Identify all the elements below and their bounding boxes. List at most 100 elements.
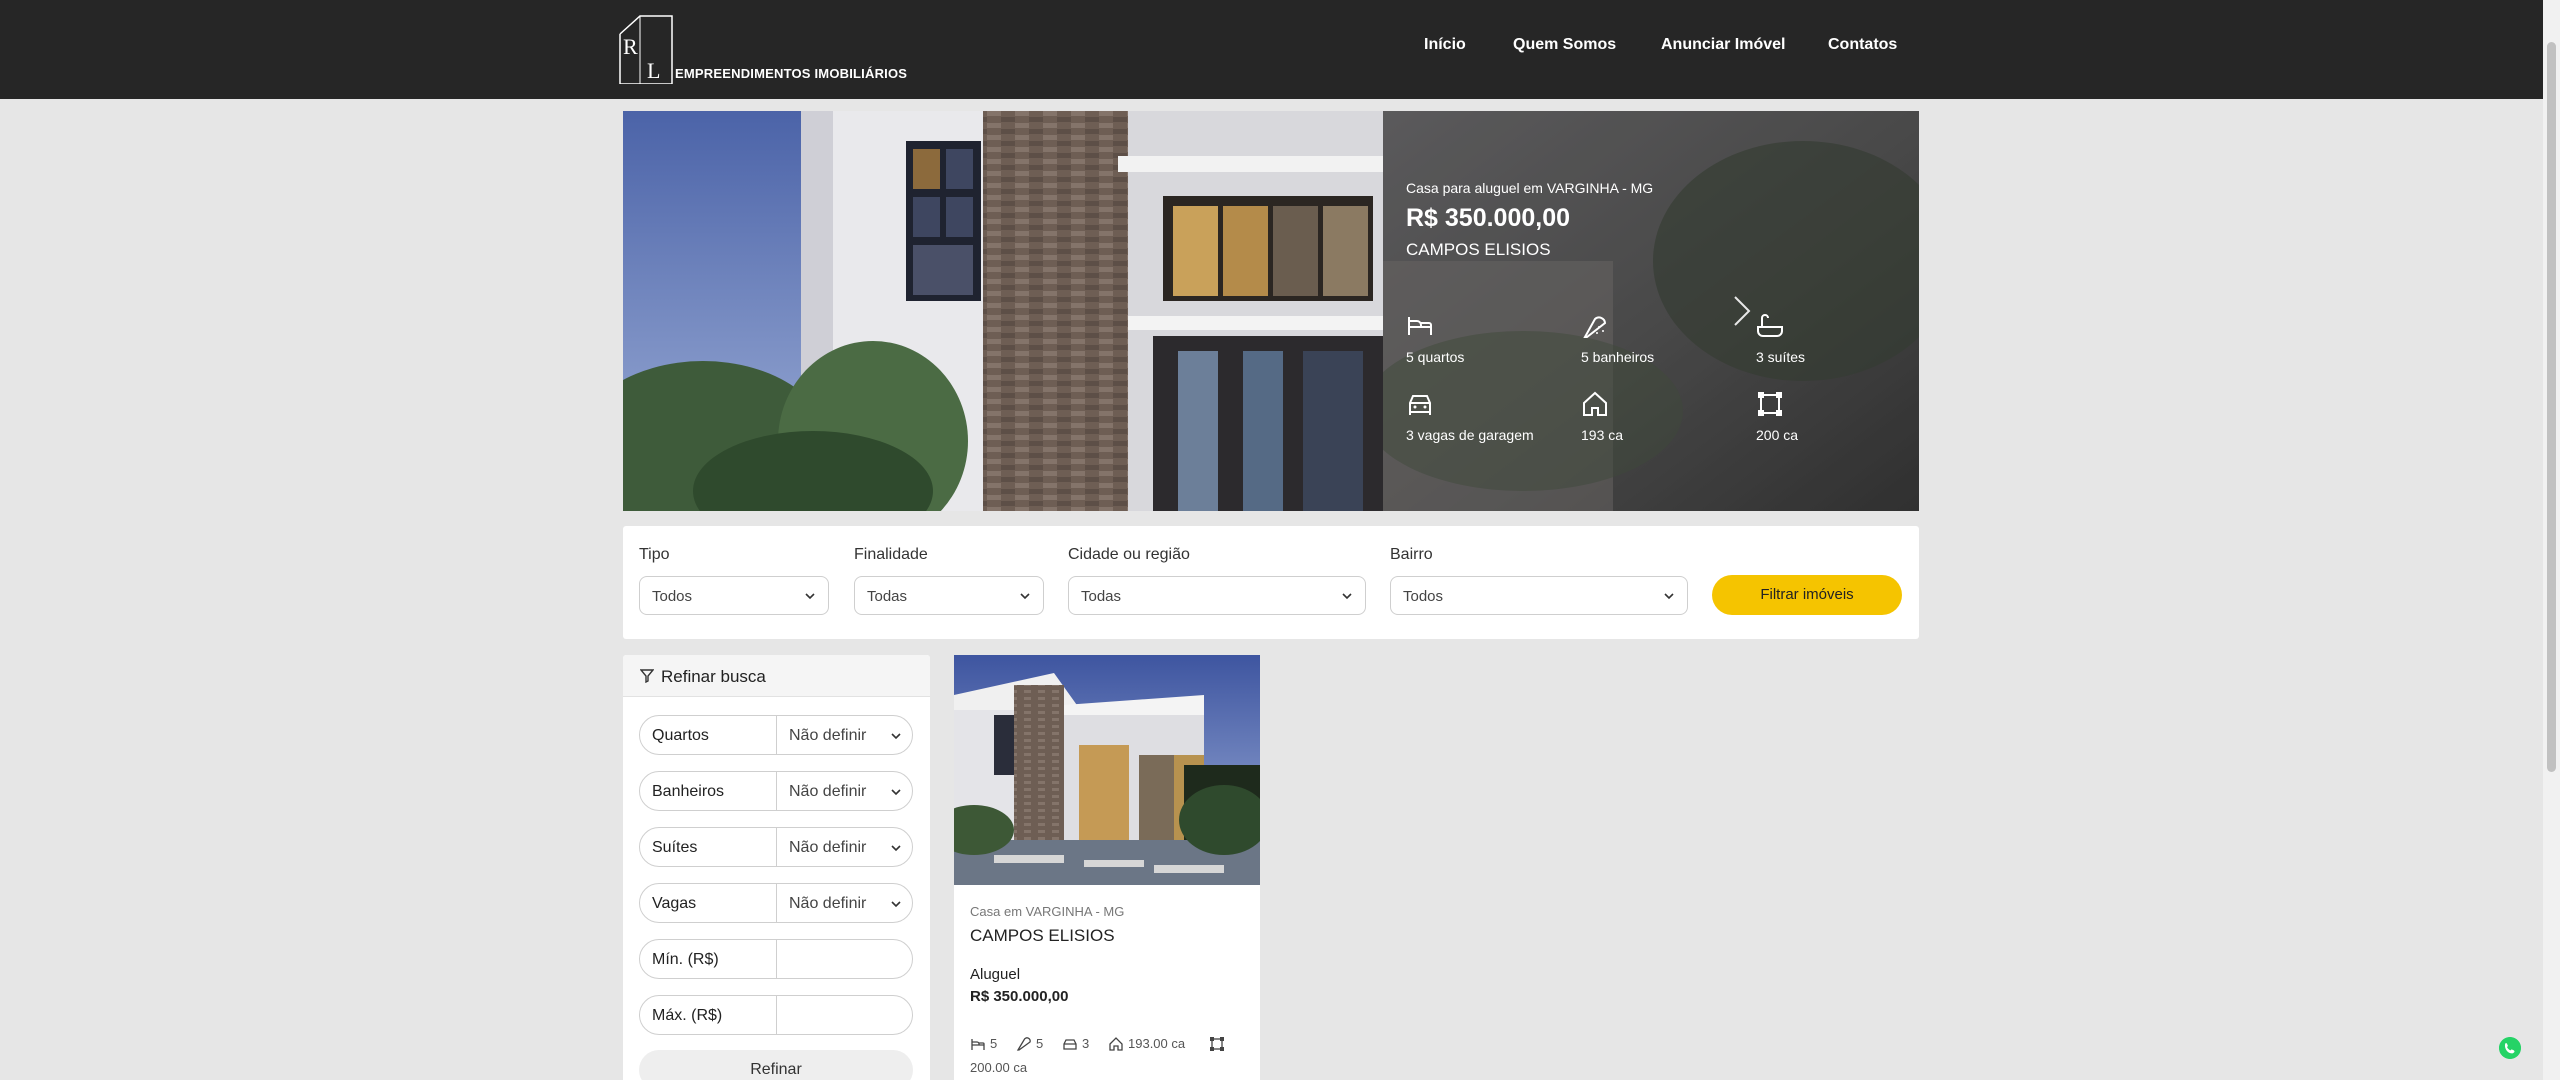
- hero-feature-garage: 3 vagas de garagem: [1406, 391, 1566, 451]
- hero-slider[interactable]: Casa para aluguel em VARGINHA - MG R$ 35…: [623, 111, 1919, 511]
- nav-anunciar-imovel[interactable]: Anunciar Imóvel: [1661, 36, 1785, 60]
- refine-vagas-label: Vagas: [652, 895, 697, 912]
- hero-price: R$ 350.000,00: [1406, 204, 1571, 232]
- min-price-input[interactable]: [777, 940, 912, 978]
- refine-quartos-select[interactable]: Quartos Não definir: [639, 715, 913, 755]
- property-location: Casa em VARGINHA - MG: [970, 904, 1125, 919]
- filter-tipo-select[interactable]: Todos: [639, 576, 829, 615]
- hero-feature-suites: 3 suítes: [1756, 313, 1916, 373]
- nav-inicio[interactable]: Início: [1424, 36, 1466, 60]
- filter-cidade-label: Cidade ou região: [1068, 546, 1190, 563]
- hero-info: Casa para aluguel em VARGINHA - MG R$ 35…: [1383, 111, 1919, 511]
- refine-button[interactable]: Refinar: [639, 1050, 913, 1080]
- shower-icon: [1583, 316, 1607, 338]
- filter-cidade-select[interactable]: Todas: [1068, 576, 1366, 615]
- house-icon: [1109, 1037, 1123, 1051]
- chevron-down-icon: [891, 733, 901, 740]
- car-icon: [1063, 1039, 1077, 1050]
- filter-bairro-label: Bairro: [1390, 546, 1433, 563]
- filter-tipo-label: Tipo: [639, 546, 670, 563]
- chevron-down-icon: [891, 901, 901, 908]
- divider: [776, 884, 777, 922]
- divider: [776, 828, 777, 866]
- filter-cidade-value: Todas: [1081, 588, 1122, 605]
- chevron-down-icon: [1020, 593, 1030, 600]
- divider: [776, 772, 777, 810]
- chevron-down-icon: [891, 845, 901, 852]
- refine-quartos-label: Quartos: [652, 727, 709, 744]
- refine-search-panel: Refinar busca Quartos Não definir Banhei…: [623, 655, 930, 1080]
- refine-suites-label: Suítes: [652, 839, 698, 856]
- area-icon: [1210, 1037, 1224, 1051]
- scrollbar-thumb[interactable]: [2547, 42, 2556, 772]
- property-title[interactable]: CAMPOS ELISIOS: [970, 926, 1115, 946]
- top-navbar: R L EMPREENDIMENTOS IMOBILIÁRIOS Início …: [0, 0, 2543, 99]
- hero-feature-bedrooms: 5 quartos: [1406, 313, 1566, 373]
- hero-feature-total-area: 200 ca: [1756, 391, 1916, 451]
- max-price-input[interactable]: [777, 996, 912, 1034]
- filter-bairro-select[interactable]: Todos: [1390, 576, 1688, 615]
- property-purpose: Aluguel: [970, 966, 1021, 983]
- chevron-down-icon: [1664, 593, 1674, 600]
- refine-vagas-value: Não definir: [789, 895, 867, 912]
- whatsapp-icon[interactable]: [2499, 1037, 2521, 1059]
- chevron-down-icon: [805, 593, 815, 600]
- refine-vagas-select[interactable]: Vagas Não definir: [639, 883, 913, 923]
- logo-text: EMPREENDIMENTOS IMOBILIÁRIOS: [675, 66, 908, 81]
- refine-max-label: Máx. (R$): [652, 1007, 723, 1024]
- property-card[interactable]: Casa em VARGINHA - MG CAMPOS ELISIOS Alu…: [954, 655, 1260, 1080]
- refine-suites-value: Não definir: [789, 839, 867, 856]
- hero-subtitle: Casa para aluguel em VARGINHA - MG: [1406, 180, 1654, 196]
- bathtub-icon: [1757, 314, 1783, 337]
- filter-finalidade-value: Todas: [867, 588, 908, 605]
- refine-suites-select[interactable]: Suítes Não definir: [639, 827, 913, 867]
- hero-feature-label: 5 banheiros: [1581, 349, 1655, 365]
- logo-mark: R L: [619, 15, 673, 84]
- car-icon: [1409, 395, 1431, 415]
- filter-funnel-icon: [640, 669, 654, 683]
- card-feature-value: 193.00 ca: [1128, 1036, 1186, 1051]
- slider-next-chevron-icon[interactable]: [1723, 291, 1759, 331]
- bed-icon: [971, 1039, 985, 1050]
- hero-info-panel: Casa para aluguel em VARGINHA - MG R$ 35…: [1383, 111, 1919, 511]
- refine-min-price-field: Mín. (R$): [639, 939, 913, 979]
- divider: [776, 716, 777, 754]
- filter-tipo-value: Todos: [652, 588, 693, 605]
- property-price: R$ 350.000,00: [970, 988, 1069, 1005]
- filter-finalidade-label: Finalidade: [854, 546, 928, 563]
- filter-finalidade-select[interactable]: Todas: [854, 576, 1044, 615]
- svg-text:L: L: [647, 58, 660, 83]
- logo[interactable]: R L EMPREENDIMENTOS IMOBILIÁRIOS: [618, 14, 908, 84]
- area-icon: [1758, 392, 1782, 416]
- chevron-down-icon: [1342, 593, 1352, 600]
- hero-feature-bathrooms: 5 banheiros: [1581, 313, 1741, 373]
- hero-feature-built-area: 193 ca: [1581, 391, 1741, 451]
- page-scrollbar[interactable]: [2543, 0, 2560, 1080]
- hero-feature-label: 3 vagas de garagem: [1406, 427, 1534, 443]
- house-icon: [1583, 391, 1607, 416]
- card-feature-value: 5: [1036, 1036, 1044, 1051]
- nav-contatos[interactable]: Contatos: [1828, 36, 1897, 60]
- card-feature-value: 200.00 ca: [970, 1060, 1028, 1075]
- hero-feature-label: 200 ca: [1756, 427, 1799, 443]
- refine-banheiros-value: Não definir: [789, 783, 867, 800]
- hero-feature-label: 5 quartos: [1406, 349, 1465, 365]
- bed-icon: [1408, 317, 1432, 335]
- refine-title: Refinar busca: [661, 667, 766, 686]
- shower-icon: [1016, 1037, 1031, 1051]
- refine-quartos-value: Não definir: [789, 727, 867, 744]
- nav-quem-somos[interactable]: Quem Somos: [1513, 36, 1616, 60]
- filter-bairro-value: Todos: [1403, 588, 1444, 605]
- filter-properties-button[interactable]: Filtrar imóveis: [1712, 575, 1902, 615]
- refine-header: Refinar busca: [623, 655, 930, 697]
- hero-feature-label: 193 ca: [1581, 427, 1624, 443]
- hero-feature-label: 3 suítes: [1756, 349, 1806, 365]
- hero-house-photo: [623, 111, 1383, 511]
- property-photo[interactable]: [954, 655, 1260, 885]
- hero-neighborhood: CAMPOS ELISIOS: [1406, 240, 1551, 259]
- card-feature-value: 3: [1082, 1036, 1090, 1051]
- refine-banheiros-select[interactable]: Banheiros Não definir: [639, 771, 913, 811]
- refine-max-price-field: Máx. (R$): [639, 995, 913, 1035]
- refine-banheiros-label: Banheiros: [652, 783, 725, 800]
- svg-text:R: R: [623, 34, 638, 59]
